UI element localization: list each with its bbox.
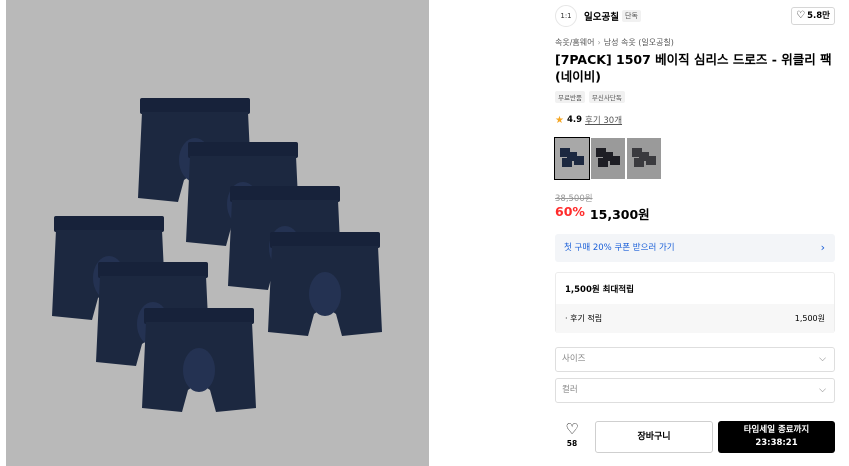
thumbnail-image — [632, 148, 656, 167]
timesale-label: 타임세일 종료까지 — [743, 425, 810, 435]
first-purchase-coupon-banner[interactable]: 첫 구매 20% 쿠폰 받으러 가기 › — [555, 234, 835, 262]
chevron-down-icon: ⌵ — [819, 385, 826, 395]
review-points-value: 1,500원 — [794, 314, 825, 323]
tag-exclusive: 무신사단독 — [588, 91, 625, 103]
size-select-placeholder: 사이즈 — [562, 354, 586, 364]
wishlist-count: 58 — [566, 439, 578, 448]
review-count-link[interactable]: 후기 30개 — [585, 114, 622, 126]
breadcrumb: 속옷/홈웨어 › 남성 속옷 (일오공칠) — [555, 37, 674, 48]
product-page: 1:1 일오공칠 단독 ♡ 5.8만 속옷/홈웨어 › 남성 속옷 (일오공칠) [… — [0, 0, 849, 466]
buy-now-button[interactable]: 타임세일 종료까지 23:38:21 — [718, 421, 835, 453]
thumbnail-3[interactable] — [627, 138, 661, 179]
chevron-right-icon: › — [820, 241, 825, 254]
max-points-label: 1,500원 최대적립 — [565, 285, 634, 295]
rating-score: 4.9 — [566, 115, 583, 125]
product-info-panel: 1:1 일오공칠 단독 ♡ 5.8만 속옷/홈웨어 › 남성 속옷 (일오공칠) [… — [554, 0, 835, 466]
coupon-text: 첫 구매 20% 쿠폰 받으러 가기 — [564, 243, 675, 253]
tag-free-return: 무료반품 — [555, 91, 585, 103]
brand-like-count: 5.8만 — [807, 11, 830, 21]
product-title: [7PACK] 1507 베이직 심리스 드로즈 - 위클리 팩(네이비) — [555, 52, 832, 84]
exclusive-badge: 단독 — [622, 10, 641, 22]
product-tags: 무료반품 무신사단독 — [555, 91, 625, 103]
chevron-right-icon: › — [597, 38, 601, 47]
heart-icon: ♡ — [796, 10, 806, 21]
price-row: 60% 15,300원 — [555, 204, 650, 223]
add-to-cart-button[interactable]: 장바구니 — [595, 421, 713, 453]
thumbnail-image — [560, 148, 584, 167]
review-points-row: · 후기 적립 1,500원 — [556, 304, 834, 333]
thumbnail-image — [596, 148, 620, 167]
thumbnail-2[interactable] — [591, 138, 625, 179]
color-select-placeholder: 컬러 — [562, 385, 578, 395]
wishlist-button[interactable]: ♡ 58 — [561, 421, 583, 448]
points-box: 1,500원 최대적립 · 후기 적립 1,500원 — [555, 272, 835, 333]
original-price: 38,500원 — [555, 194, 593, 204]
purchase-bar: ♡ 58 장바구니 타임세일 종료까지 23:38:21 — [555, 421, 835, 453]
product-main-image[interactable] — [6, 0, 429, 466]
star-icon: ★ — [555, 114, 564, 126]
color-select[interactable]: 컬러 ⌵ — [555, 378, 835, 403]
brand-row: 1:1 일오공칠 단독 ♡ 5.8만 — [555, 5, 835, 27]
brand-name[interactable]: 일오공칠 — [584, 9, 619, 23]
breadcrumb-item-category[interactable]: 속옷/홈웨어 — [555, 38, 595, 47]
breadcrumb-item-subcategory[interactable]: 남성 속옷 (일오공칠) — [604, 38, 674, 47]
thumbnail-1[interactable] — [554, 137, 590, 180]
rating-row: ★ 4.9 후기 30개 — [555, 114, 622, 127]
thumbnail-list — [554, 137, 661, 180]
timesale-countdown: 23:38:21 — [755, 438, 798, 448]
brand-logo-icon[interactable]: 1:1 — [555, 5, 577, 27]
review-points-label: · 후기 적립 — [565, 314, 603, 323]
brand-like-button[interactable]: ♡ 5.8만 — [791, 7, 835, 25]
size-select[interactable]: 사이즈 ⌵ — [555, 347, 835, 372]
boxer-briefs-7pack-image — [52, 98, 382, 412]
discount-rate: 60% — [555, 204, 585, 219]
chevron-down-icon: ⌵ — [819, 354, 826, 364]
sale-price: 15,300원 — [589, 207, 650, 222]
heart-icon: ♡ — [565, 420, 579, 438]
